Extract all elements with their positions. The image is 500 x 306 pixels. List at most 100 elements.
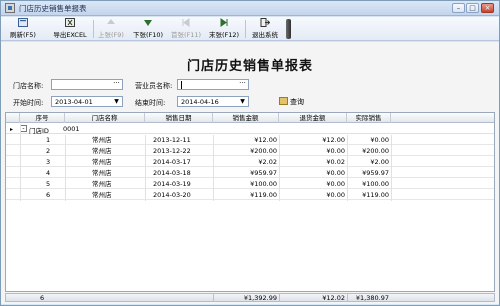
export-excel-label: 导出EXCEL [53, 31, 87, 39]
first-page-icon [182, 18, 190, 27]
grid-line [279, 135, 280, 201]
grid-header: 序号 门店名称 销售日期 销售金额 退货金额 实际销售 [6, 113, 494, 123]
column-header-index[interactable]: 序号 [20, 113, 65, 123]
cell-returns: ¥0.00 [326, 180, 345, 188]
next-page-label: 下张(F10) [132, 31, 164, 39]
refresh-icon [18, 18, 28, 27]
prev-page-button[interactable]: 上张(F9) [96, 18, 126, 40]
cell-index: 3 [46, 158, 51, 166]
cell-store: 常州店 [92, 136, 112, 144]
last-page-button[interactable]: 末张(F12) [207, 18, 241, 40]
chevron-down-icon[interactable]: ▼ [238, 97, 247, 106]
export-excel-button[interactable]: 导出EXCEL [51, 18, 89, 40]
summary-returns: ¥12.02 [322, 294, 345, 302]
column-header-returns[interactable]: 退货金额 [279, 113, 347, 123]
clerk-picker-button[interactable]: ··· [238, 80, 247, 89]
summary-footer: 6 ¥1,392.99 ¥12.02 ¥1,380.97 [5, 293, 495, 302]
end-date-picker[interactable]: 2014-04-16 ▼ [177, 96, 249, 107]
table-row[interactable]: 2 常州店 2013-12-22 ¥200.00 ¥0.00 ¥200.00 [6, 146, 494, 156]
cell-actual: ¥119.00 [362, 191, 389, 199]
prev-page-label: 上张(F9) [98, 31, 124, 39]
grid-line [213, 135, 214, 201]
first-page-button[interactable]: 首张(F11) [169, 18, 203, 40]
store-name-label: 门店名称: [13, 82, 44, 90]
cell-actual: ¥100.00 [362, 180, 389, 188]
toolbar-grip[interactable] [286, 19, 291, 39]
cell-actual: ¥2.00 [370, 158, 389, 166]
folder-search-icon [279, 97, 288, 105]
grid-line [391, 135, 392, 201]
cell-sales: ¥2.02 [258, 158, 277, 166]
cell-index: 4 [46, 169, 51, 177]
grid-line [20, 124, 21, 201]
grid-line [65, 135, 66, 201]
start-time-label: 开始时间: [13, 99, 44, 107]
sales-grid: 序号 门店名称 销售日期 销售金额 退货金额 实际销售 ▸ - 门店ID 000… [5, 112, 495, 292]
toolbar-separator [93, 20, 94, 38]
cell-index: 2 [46, 147, 51, 155]
cell-date: 2014-03-17 [153, 158, 191, 166]
start-date-picker[interactable]: 2013-04-01 ▼ [51, 96, 123, 107]
cell-store: 常州店 [92, 191, 112, 199]
column-header-actual[interactable]: 实际销售 [347, 113, 391, 123]
table-row[interactable]: 1 常州店 2013-12-11 ¥12.00 ¥12.00 ¥0.00 [6, 135, 494, 145]
store-picker-button[interactable]: ··· [112, 80, 121, 89]
minimize-button[interactable]: – [452, 3, 465, 13]
cell-date: 2013-12-22 [153, 147, 191, 155]
report-title: 门店历史销售单报表 [186, 59, 313, 74]
cell-actual: ¥0.00 [370, 136, 389, 144]
chevron-down-icon[interactable]: ▼ [112, 97, 121, 106]
exit-button[interactable]: 退出系统 [248, 18, 282, 40]
summary-actual: ¥1,380.97 [355, 294, 389, 302]
cell-store: 常州店 [92, 158, 112, 166]
close-button[interactable]: × [481, 3, 494, 13]
refresh-label: 刷新(F5) [10, 31, 36, 39]
query-label: 查询 [290, 98, 304, 106]
cell-sales: ¥100.00 [250, 180, 277, 188]
next-page-button[interactable]: 下张(F10) [131, 18, 165, 40]
cell-store: 常州店 [92, 147, 112, 155]
table-row[interactable]: 6 常州店 2014-03-20 ¥119.00 ¥0.00 ¥119.00 [6, 190, 494, 200]
grid-line [145, 135, 146, 201]
end-time-label: 结束时间: [135, 99, 166, 107]
refresh-button[interactable]: 刷新(F5) [4, 18, 42, 40]
current-row-indicator: ▸ [10, 126, 14, 133]
column-header-store[interactable]: 门店名称 [65, 113, 145, 123]
store-name-input[interactable]: ··· [51, 79, 123, 90]
collapse-toggle[interactable]: - [20, 125, 27, 132]
cell-date: 2014-03-20 [153, 191, 191, 199]
table-row[interactable]: 3 常州店 2014-03-17 ¥2.02 ¥0.02 ¥2.00 [6, 157, 494, 167]
cell-index: 6 [46, 191, 51, 199]
cell-returns: ¥12.00 [322, 136, 345, 144]
exit-door-icon [260, 18, 270, 27]
group-value: 0001 [63, 125, 80, 133]
maximize-button[interactable]: □ [466, 3, 479, 13]
cell-index: 5 [46, 180, 51, 188]
group-row[interactable]: ▸ - 门店ID 0001 [6, 124, 494, 135]
cell-sales: ¥119.00 [250, 191, 277, 199]
cell-sales: ¥12.00 [254, 136, 277, 144]
table-row[interactable]: 5 常州店 2014-03-19 ¥100.00 ¥0.00 ¥100.00 [6, 179, 494, 189]
clerk-name-input[interactable]: ··· [177, 79, 249, 90]
cell-returns: ¥0.00 [326, 147, 345, 155]
report-window: 门店历史销售单报表 – □ × 刷新(F5) 导出EXCEL 上张(F9) 下张… [0, 0, 500, 306]
cell-store: 常州店 [92, 180, 112, 188]
summary-sales: ¥1,392.99 [243, 294, 277, 302]
table-row[interactable]: 4 常州店 2014-03-18 ¥959.97 ¥0.00 ¥959.97 [6, 168, 494, 178]
column-header-date[interactable]: 销售日期 [145, 113, 213, 123]
report-content: 门店历史销售单报表 门店名称: ··· 营业员名称: ··· 开始时间: 201… [1, 42, 499, 304]
last-page-icon [220, 18, 228, 27]
toolbar-separator [245, 20, 246, 38]
cell-date: 2014-03-19 [153, 180, 191, 188]
app-icon [5, 3, 15, 13]
window-title: 门店历史销售单报表 [19, 4, 87, 13]
first-page-label: 首张(F11) [170, 31, 202, 39]
last-page-label: 末张(F12) [208, 31, 240, 39]
column-header-sales[interactable]: 销售金额 [213, 113, 279, 123]
text-caret [181, 81, 182, 89]
exit-label: 退出系统 [252, 31, 278, 39]
cell-date: 2013-12-11 [153, 136, 191, 144]
grid-line [347, 135, 348, 201]
cell-returns: ¥0.00 [326, 191, 345, 199]
excel-icon [65, 18, 75, 27]
